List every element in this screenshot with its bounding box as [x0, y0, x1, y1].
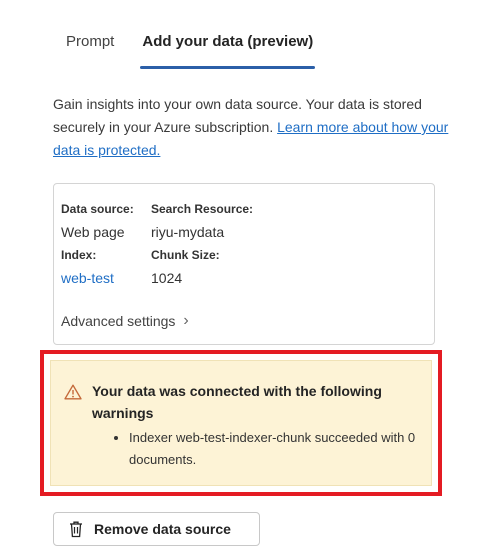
highlight-box: Your data was connected with the followi…	[40, 350, 442, 496]
data-source-label: Data source:	[61, 202, 134, 216]
warning-icon	[64, 384, 82, 400]
description: Gain insights into your own data source.…	[53, 93, 453, 162]
warning-list: Indexer web-test-indexer-chunk succeeded…	[113, 427, 439, 471]
index-link[interactable]: web-test	[61, 265, 151, 291]
advanced-settings-label: Advanced settings	[61, 313, 176, 329]
remove-data-source-label: Remove data source	[94, 521, 231, 537]
remove-data-source-button[interactable]: Remove data source	[53, 512, 260, 546]
warning-title: Your data was connected with the followi…	[92, 383, 382, 421]
chevron-right-icon: ›	[183, 312, 189, 329]
tab-add-your-data[interactable]: Add your data (preview)	[140, 33, 316, 69]
chunk-size-value: 1024	[151, 270, 183, 286]
warning-message-bar: Your data was connected with the followi…	[50, 360, 432, 486]
warning-item: Indexer web-test-indexer-chunk succeeded…	[129, 427, 439, 471]
search-resource-value: riyu-mydata	[151, 224, 225, 240]
tab-prompt[interactable]: Prompt	[66, 33, 114, 69]
data-source-value: Web page	[61, 224, 125, 240]
search-resource-label: Search Resource:	[151, 202, 254, 216]
advanced-settings-link[interactable]: Advanced settings ›	[61, 312, 189, 330]
trash-icon	[70, 521, 82, 538]
tab-bar: Prompt Add your data (preview)	[66, 33, 316, 69]
chunk-size-label: Chunk Size:	[151, 248, 220, 262]
data-source-card: Data source: Search Resource: Web page r…	[53, 183, 435, 345]
index-label: Index:	[61, 248, 97, 262]
